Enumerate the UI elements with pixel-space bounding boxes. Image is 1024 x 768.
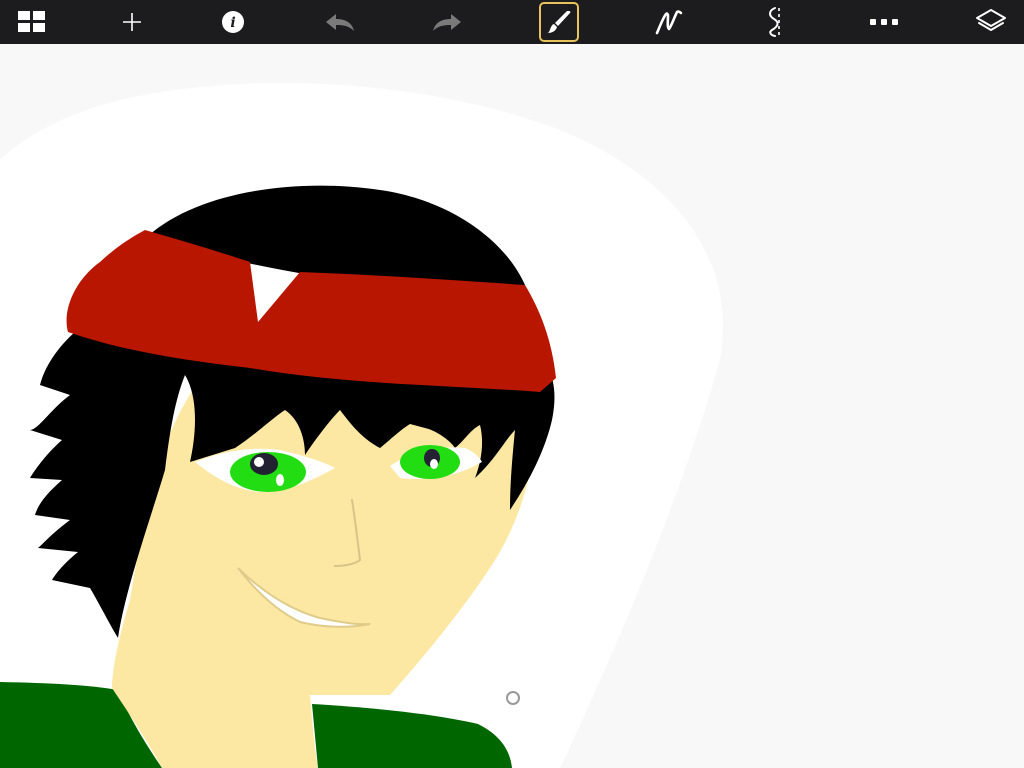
brush-tool-button[interactable] <box>539 2 579 42</box>
brush-icon <box>548 11 571 33</box>
eye-left-highlight-small <box>276 474 284 486</box>
drawing-canvas[interactable] <box>0 44 1024 768</box>
more-options-button[interactable] <box>864 2 904 42</box>
symmetry-tool-button[interactable] <box>755 2 795 42</box>
svg-text:i: i <box>230 15 235 31</box>
new-canvas-button[interactable] <box>112 2 152 42</box>
plus-icon <box>123 13 141 31</box>
eye-left-pupil <box>250 453 278 475</box>
info-icon: i <box>222 11 244 33</box>
undo-arrow-icon <box>326 14 354 31</box>
pen-stroke-icon <box>655 10 683 35</box>
gallery-grid-icon <box>18 11 45 32</box>
symmetry-icon <box>769 7 780 37</box>
top-toolbar: i <box>0 0 1024 44</box>
eye-left-highlight <box>254 457 264 467</box>
drawing-app-window: i <box>0 0 1024 768</box>
undo-button[interactable] <box>320 2 360 42</box>
layers-button[interactable] <box>971 2 1011 42</box>
more-dots-icon <box>870 19 898 25</box>
redo-button[interactable] <box>427 2 467 42</box>
info-button[interactable]: i <box>213 2 253 42</box>
layers-icon <box>976 9 1006 31</box>
redo-arrow-icon <box>433 14 461 31</box>
eye-right-highlight <box>430 459 438 469</box>
gallery-button[interactable] <box>12 2 52 42</box>
stroke-tool-button[interactable] <box>649 2 689 42</box>
cursor-ring-icon <box>506 691 520 705</box>
shirt-right <box>312 704 512 768</box>
artwork <box>0 44 1024 768</box>
